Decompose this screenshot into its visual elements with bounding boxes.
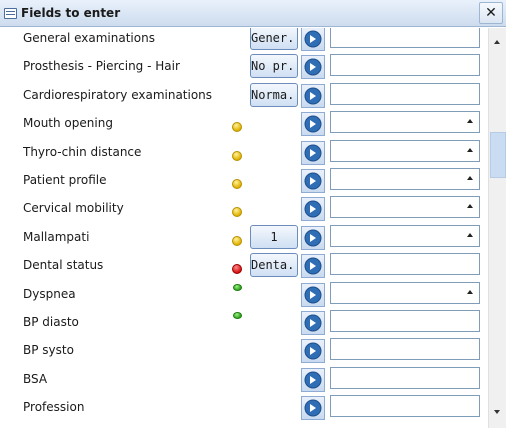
caret-icon[interactable]	[467, 232, 473, 237]
field-row: Mouth opening	[0, 111, 488, 140]
field-row: Profession	[0, 395, 488, 424]
field-row: Thyro-chin distance	[0, 139, 488, 169]
value-button[interactable]: 1	[250, 224, 298, 249]
value-button[interactable]: No pr...	[250, 54, 298, 79]
field-label: BSA	[23, 371, 48, 386]
field-label: Mallampati	[23, 229, 90, 244]
status-indicator-yellow-icon	[232, 207, 242, 218]
dropdown-field[interactable]	[330, 111, 480, 134]
text-field[interactable]	[330, 395, 480, 418]
dropdown-field[interactable]	[330, 281, 480, 304]
value-button[interactable]: Gener...	[250, 28, 298, 50]
field-label: Cardiorespiratory examinations	[23, 87, 213, 102]
status-indicator-yellow-icon	[232, 179, 242, 189]
status-indicator-yellow-icon	[232, 235, 242, 246]
status-indicator-yellow-icon	[232, 122, 242, 133]
field-label: Dyspnea	[23, 286, 76, 301]
text-field[interactable]	[330, 82, 480, 105]
window-titlebar: Fields to enter ✕	[0, 0, 506, 27]
arrow-right-circle-icon[interactable]	[301, 28, 325, 51]
status-indicator-green-icon	[233, 283, 242, 291]
text-field[interactable]	[330, 28, 480, 48]
window-title: Fields to enter	[21, 6, 121, 20]
field-label: General examinations	[23, 31, 155, 45]
status-indicator-yellow-icon	[232, 150, 242, 161]
field-label: Prosthesis - Piercing - Hair	[23, 59, 180, 74]
arrow-right-circle-icon[interactable]	[301, 339, 325, 364]
field-label: BP systo	[23, 343, 74, 358]
arrow-right-circle-icon[interactable]	[301, 140, 325, 165]
value-button[interactable]: Norma...	[250, 82, 298, 107]
arrow-right-circle-icon[interactable]	[301, 112, 325, 137]
field-row: Cervical mobility	[0, 196, 488, 225]
field-label: Mouth opening	[23, 116, 113, 131]
field-label: Profession	[23, 400, 85, 415]
arrow-right-circle-icon[interactable]	[301, 197, 325, 222]
arrow-right-circle-icon[interactable]	[301, 169, 325, 193]
caret-icon[interactable]	[467, 147, 473, 152]
arrow-right-circle-icon[interactable]	[301, 282, 325, 307]
scroll-up-icon[interactable]	[494, 40, 500, 44]
field-label: BP diasto	[23, 315, 79, 329]
fields-list: General examinations Gener... Prosthesis -…	[0, 28, 488, 428]
status-indicator-green-icon	[233, 312, 242, 319]
scrollbar-thumb[interactable]	[490, 132, 506, 178]
caret-icon[interactable]	[467, 176, 473, 180]
value-button[interactable]: Denta...	[250, 253, 298, 278]
dropdown-field[interactable]	[330, 224, 480, 247]
arrow-right-circle-icon[interactable]	[301, 254, 325, 279]
field-row: BP systo	[0, 338, 488, 367]
caret-icon[interactable]	[467, 204, 473, 209]
dropdown-field[interactable]	[330, 139, 480, 162]
arrow-right-circle-icon[interactable]	[301, 83, 325, 108]
arrow-right-circle-icon[interactable]	[301, 225, 325, 250]
text-field[interactable]	[330, 253, 480, 276]
caret-icon[interactable]	[467, 289, 473, 294]
status-indicator-red-icon	[232, 264, 242, 275]
field-row: Prosthesis - Piercing - Hair No pr...	[0, 54, 488, 83]
scroll-down-icon[interactable]	[494, 410, 500, 414]
field-row: BP diasto	[0, 310, 488, 339]
field-row: Dyspnea	[0, 281, 488, 311]
field-row: Dental status Denta...	[0, 253, 488, 282]
text-field[interactable]	[330, 338, 480, 361]
field-label: Thyro-chin distance	[23, 144, 142, 159]
text-field[interactable]	[330, 54, 480, 77]
field-row: Mallampati 1	[0, 224, 488, 254]
field-label: Cervical mobility	[23, 201, 124, 216]
dropdown-field[interactable]	[330, 168, 480, 190]
form-icon	[4, 8, 17, 19]
field-label: Dental status	[23, 258, 104, 273]
field-row: Patient profile	[0, 168, 488, 197]
arrow-right-circle-icon[interactable]	[301, 55, 325, 80]
dropdown-field[interactable]	[330, 196, 480, 219]
field-row: BSA	[0, 366, 488, 396]
field-label: Patient profile	[23, 173, 107, 187]
arrow-right-circle-icon[interactable]	[301, 396, 325, 421]
text-field[interactable]	[330, 366, 480, 389]
arrow-right-circle-icon[interactable]	[301, 367, 325, 392]
arrow-right-circle-icon[interactable]	[301, 311, 325, 335]
vertical-scrollbar[interactable]	[488, 28, 506, 428]
close-button[interactable]: ✕	[479, 2, 503, 24]
field-row: General examinations Gener...	[0, 28, 488, 55]
text-field[interactable]	[330, 310, 480, 332]
caret-icon[interactable]	[467, 119, 473, 124]
field-row: Cardiorespiratory examinations Norma...	[0, 82, 488, 112]
